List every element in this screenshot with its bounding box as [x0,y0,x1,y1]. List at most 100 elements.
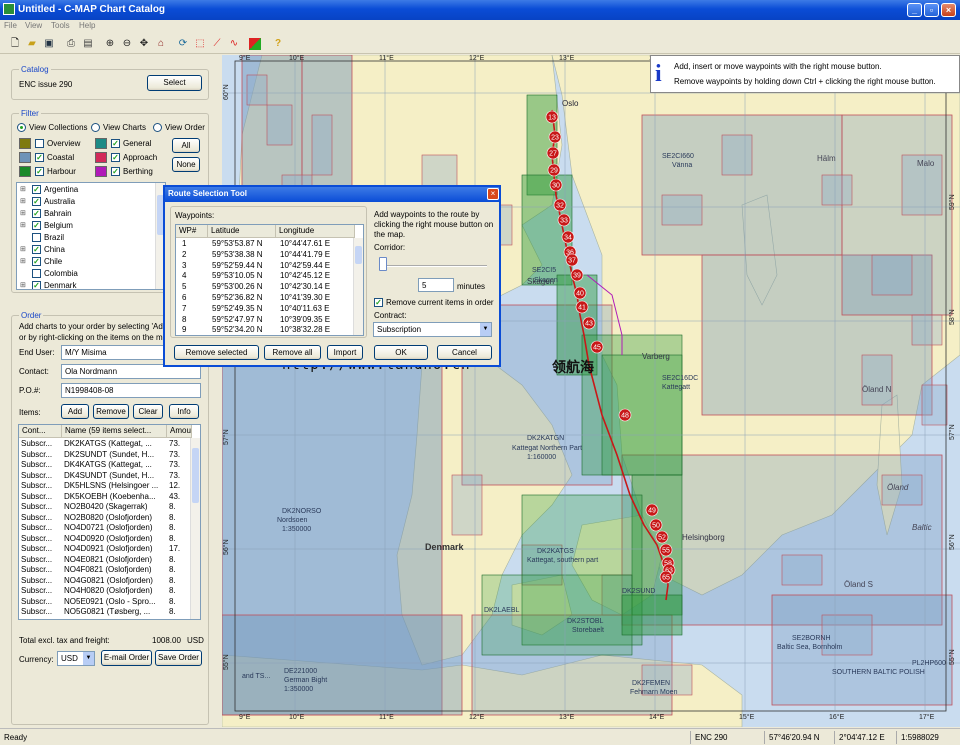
table-row[interactable]: Subscr... DK2SUNDT (Sundet, H... 73. [19,450,192,461]
remove-button[interactable]: Remove [93,404,129,419]
tree-item-brazil[interactable]: Brazil [17,233,157,244]
new-icon[interactable]: 🗋 [8,37,22,51]
waypoint-row[interactable]: 1 59°53'53.87 N 10°44'47.61 E [176,239,355,250]
open-icon[interactable]: ▰ [25,37,39,51]
tree-item-chile[interactable]: ⊞ ✓ Chile [17,257,157,268]
waypoint-row[interactable]: 4 59°53'10.05 N 10°42'45.12 E [176,271,355,282]
order-scrollbar[interactable] [190,438,200,619]
tree-item-denmark[interactable]: ⊞ ✓ Denmark [17,281,157,289]
radio-view-collections[interactable] [17,123,26,132]
table-row[interactable]: Subscr... NO5G0821 (Tøsberg, ... 8. [19,607,192,618]
waypoint-row[interactable]: 8 59°52'47.97 N 10°39'09.35 E [176,315,355,326]
select-rect-icon[interactable]: ⬚ [193,37,207,51]
dialog-close-button[interactable]: × [487,188,499,200]
print-icon[interactable]: ⎙ [64,37,78,51]
all-button[interactable]: All [172,138,200,153]
coastal-checkbox[interactable]: ✓ [35,153,44,162]
refresh-icon[interactable]: ⟳ [176,37,190,51]
maximize-button[interactable]: ▫ [924,3,939,17]
email-order-button[interactable]: E-mail Order [101,650,152,666]
menu-file[interactable]: File [4,21,17,30]
waypoint-row[interactable]: 6 59°52'36.82 N 10°41'39.30 E [176,293,355,304]
remove-current-checkbox[interactable]: ✓ [374,298,383,307]
zoom-out-icon[interactable]: ⊖ [120,37,134,51]
save-order-button[interactable]: Save Order [155,650,202,666]
approach-checkbox[interactable]: ✓ [111,153,120,162]
po-field[interactable]: N1998408-08 [61,383,201,398]
table-row[interactable]: Subscr... NO2B0820 (Oslofjorden) 8. [19,513,192,524]
waypoint-row[interactable]: 5 59°53'00.26 N 10°42'30.14 E [176,282,355,293]
table-row[interactable]: Subscr... NO5E0921 (Oslo - Spro... 8. [19,597,192,608]
table-row[interactable]: Subscr... DK5KOEBH (Koebenha... 43. [19,492,192,503]
clear-button[interactable]: Clear [133,404,163,419]
waypoint-row[interactable]: 2 59°53'38.38 N 10°44'41.79 E [176,250,355,261]
add-button[interactable]: Add [61,404,89,419]
table-row[interactable]: Subscr... NO4H0820 (Oslofjorden) 8. [19,586,192,597]
tree-item-colombia[interactable]: Colombia [17,269,157,280]
general-checkbox[interactable]: ✓ [111,139,120,148]
waypoint-row[interactable]: 7 59°52'49.35 N 10°40'11.63 E [176,304,355,315]
table-row[interactable]: Subscr... NO4D0920 (Oslofjorden) 8. [19,534,192,545]
table-row[interactable]: Subscr... NO4E0821 (Oslofjorden) 8. [19,555,192,566]
tree-item-australia[interactable]: ⊞ ✓ Australia [17,197,157,208]
pan-icon[interactable]: ✥ [137,37,151,51]
waypoint-row[interactable]: 3 59°52'59.44 N 10°42'59.44 E [176,261,355,272]
table-row[interactable]: Subscr... NO4D0921 (Oslofjorden) 17. [19,544,192,555]
table-row[interactable]: Subscr... DK5HLSNS (Helsingoer ... 12. [19,481,192,492]
contract-select[interactable]: Subscription ▼ [373,322,492,337]
menu-tools[interactable]: Tools [51,21,70,30]
zoom-in-icon[interactable]: ⊕ [103,37,117,51]
harbour-checkbox[interactable]: ✓ [35,167,44,176]
corridor-slider-thumb[interactable] [379,257,387,271]
chart-map[interactable]: 13 23 27 29 30 32 33 34 36 37 39 40 41 43 45 48 49 50 52 55… [222,55,960,727]
berthing-checkbox[interactable]: ✓ [111,167,120,176]
select-button[interactable]: Select [147,75,202,91]
col-longitude[interactable]: Longitude [276,225,355,238]
home-icon[interactable]: ⌂ [154,37,168,51]
col-amount[interactable]: Amou [167,425,192,438]
order-items-table[interactable]: Cont... Name (59 items select... Amou Su… [18,424,201,620]
save-icon[interactable]: ▣ [42,37,56,51]
col-wp[interactable]: WP# [176,225,208,238]
waypoints-table[interactable]: WP# Latitude Longitude 1 59°53'53.87 N 10°… [175,224,364,336]
info-button[interactable]: Info [169,404,199,419]
table-row[interactable]: Subscr... NO4G0821 (Oslofjorden) 8. [19,576,192,587]
table-row[interactable]: Subscr... NO4F0821 (Oslofjorden) 8. [19,565,192,576]
minimize-button[interactable]: _ [907,3,922,17]
cancel-button[interactable]: Cancel [437,345,492,360]
remove-selected-button[interactable]: Remove selected [174,345,259,360]
table-row[interactable]: Subscr... DK4KATGS (Kattegat, ... 73. [19,460,192,471]
waypoints-scrollbar[interactable] [353,238,363,335]
print-preview-icon[interactable]: ▤ [81,37,95,51]
chart-icon[interactable] [249,37,263,51]
col-contract[interactable]: Cont... [19,425,62,438]
col-name[interactable]: Name (59 items select... [62,425,167,438]
currency-select[interactable]: USD ▼ [57,651,95,666]
tree-item-bahrain[interactable]: ⊞ ✓ Bahrain [17,209,157,220]
remove-all-button[interactable]: Remove all [264,345,321,360]
tree-item-belgium[interactable]: ⊞ ✓ Belgium [17,221,157,232]
none-button[interactable]: None [172,157,200,172]
ok-button[interactable]: OK [374,345,428,360]
radio-view-order[interactable] [153,123,162,132]
overview-checkbox[interactable] [35,139,44,148]
route-icon[interactable]: ⟋ [210,37,224,51]
help-icon[interactable]: ? [271,37,285,51]
import-button[interactable]: Import [327,345,363,360]
tree-item-china[interactable]: ⊞ ✓ China [17,245,157,256]
waypoint-row[interactable]: 9 59°52'34.20 N 10°38'32.28 E [176,325,355,335]
table-row[interactable]: Subscr... NO4D0721 (Oslofjorden) 8. [19,523,192,534]
corridor-slider-track[interactable] [379,265,487,267]
radio-view-charts[interactable] [91,123,100,132]
tree-item-argentina[interactable]: ⊞ ✓ Argentina [17,185,157,196]
corridor-input[interactable]: 5 [418,278,454,292]
table-row[interactable]: Subscr... DK4SUNDT (Sundet, H... 73. [19,471,192,482]
close-button[interactable]: × [941,3,956,17]
menu-help[interactable]: Help [79,21,95,30]
col-latitude[interactable]: Latitude [208,225,276,238]
table-row[interactable]: Subscr... DK2KATGS (Kattegat, ... 73. [19,439,192,450]
country-tree[interactable]: ⊞ ✓ Argentina ⊞ ✓ Australia ⊞ ✓ Bahrain ⊞ ✓ Belg… [16,182,166,290]
menu-view[interactable]: View [25,21,42,30]
waypoint-icon[interactable]: ∿ [227,37,241,51]
table-row[interactable]: Subscr... NO2B0420 (Skagerrak) 8. [19,502,192,513]
